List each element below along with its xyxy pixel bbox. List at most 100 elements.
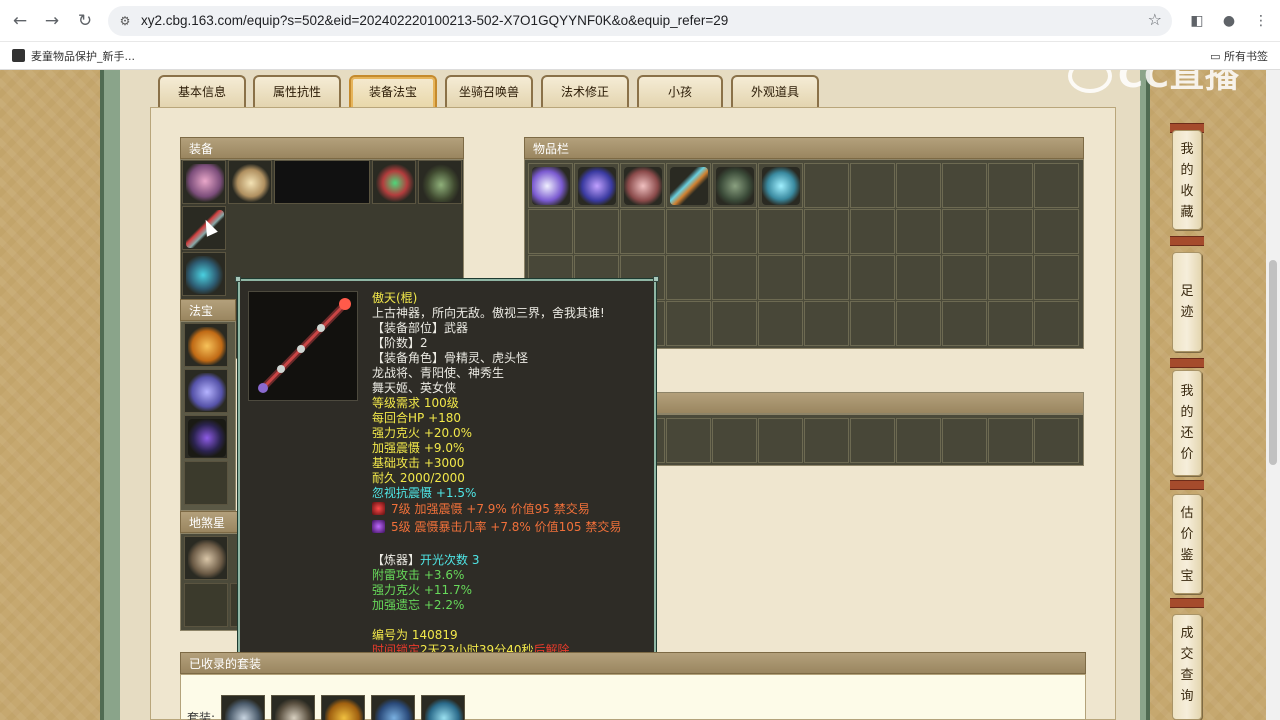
sidebar-my-favorites[interactable]: 我的收藏 <box>1172 130 1202 230</box>
inventory-cell[interactable] <box>666 301 711 346</box>
menu-icon[interactable]: ⋮ <box>1250 10 1272 32</box>
inventory-cell[interactable] <box>804 163 849 208</box>
equip-slot-shoes[interactable] <box>182 252 226 296</box>
inventory-cell[interactable] <box>758 418 803 463</box>
inventory-cell[interactable] <box>574 209 619 254</box>
reload-icon[interactable]: ↻ <box>73 9 97 33</box>
inventory-cell[interactable] <box>850 255 895 300</box>
inventory-cell[interactable] <box>758 209 803 254</box>
inventory-cell[interactable] <box>620 163 665 208</box>
fabao-slot-4[interactable] <box>184 461 228 505</box>
inventory-cell[interactable] <box>942 163 987 208</box>
inventory-cell[interactable] <box>896 418 941 463</box>
sidepanel-icon[interactable]: ◧ <box>1186 10 1208 32</box>
bookmark-item[interactable]: 麦童物品保护_新手... <box>12 48 135 64</box>
tab-attributes[interactable]: 属性抗性 <box>253 75 341 109</box>
fabao-slot-3[interactable] <box>184 415 228 459</box>
all-bookmarks[interactable]: ▭ 所有书签 <box>1210 48 1268 64</box>
tab-basic-info[interactable]: 基本信息 <box>158 75 246 109</box>
inventory-cell[interactable] <box>712 301 757 346</box>
disha-slot-1[interactable] <box>184 536 228 580</box>
profile-icon[interactable]: ● <box>1218 10 1240 32</box>
inventory-cell[interactable] <box>620 209 665 254</box>
tab-mounts-pets[interactable]: 坐骑召唤兽 <box>445 75 533 109</box>
suit-item[interactable] <box>221 695 265 720</box>
tab-appearance[interactable]: 外观道具 <box>731 75 819 109</box>
inventory-cell[interactable] <box>896 163 941 208</box>
inventory-cell[interactable] <box>1034 418 1079 463</box>
sidebar-footprints[interactable]: 足迹 <box>1172 252 1202 352</box>
sidebar-char: 藏 <box>1180 205 1194 220</box>
suit-item[interactable] <box>321 695 365 720</box>
inventory-cell[interactable] <box>988 301 1033 346</box>
equip-slot-necklace[interactable] <box>228 160 272 204</box>
inventory-cell[interactable] <box>942 301 987 346</box>
inventory-cell[interactable] <box>528 209 573 254</box>
inventory-cell[interactable] <box>850 163 895 208</box>
url-text[interactable]: xy2.cbg.163.com/equip?s=502&eid=20240222… <box>141 13 728 28</box>
inventory-cell[interactable] <box>988 255 1033 300</box>
inventory-cell[interactable] <box>896 301 941 346</box>
inventory-cell[interactable] <box>712 209 757 254</box>
suit-item[interactable] <box>271 695 315 720</box>
inventory-cell[interactable] <box>758 255 803 300</box>
inventory-cell[interactable] <box>804 418 849 463</box>
site-info-icon[interactable]: ⚙ <box>116 12 134 30</box>
inventory-cell[interactable] <box>574 163 619 208</box>
suit-item[interactable] <box>421 695 465 720</box>
sidebar-char: 的 <box>1180 163 1194 178</box>
suit-item[interactable] <box>371 695 415 720</box>
inventory-cell[interactable] <box>1034 209 1079 254</box>
feather-item-icon <box>532 167 570 205</box>
inventory-cell[interactable] <box>666 209 711 254</box>
scrollbar-thumb[interactable] <box>1269 260 1277 465</box>
tab-spell-correction[interactable]: 法术修正 <box>541 75 629 109</box>
inventory-cell[interactable] <box>804 301 849 346</box>
inventory-cell[interactable] <box>988 163 1033 208</box>
tab-equipment[interactable]: 装备法宝 <box>349 75 437 109</box>
inventory-cell[interactable] <box>850 418 895 463</box>
page-scrollbar[interactable] <box>1266 70 1280 720</box>
inventory-cell[interactable] <box>896 209 941 254</box>
inventory-cell[interactable] <box>666 418 711 463</box>
sidebar-deal-history[interactable]: 成交查询 <box>1172 614 1202 720</box>
sidebar-my-bids[interactable]: 我的还价 <box>1172 370 1202 476</box>
inventory-cell[interactable] <box>942 418 987 463</box>
inventory-cell[interactable] <box>666 163 711 208</box>
disha-slot-2[interactable] <box>184 583 228 627</box>
inventory-cell[interactable] <box>758 301 803 346</box>
inventory-cell[interactable] <box>804 255 849 300</box>
inventory-cell[interactable] <box>988 418 1033 463</box>
sidebar-char: 迹 <box>1180 305 1194 320</box>
inventory-cell[interactable] <box>1034 255 1079 300</box>
tab-child[interactable]: 小孩 <box>637 75 723 109</box>
inventory-cell[interactable] <box>942 209 987 254</box>
sidebar-appraisal[interactable]: 估价鉴宝 <box>1172 494 1202 594</box>
inventory-cell[interactable] <box>712 255 757 300</box>
back-icon[interactable]: ← <box>8 9 32 33</box>
inventory-cell[interactable] <box>1034 301 1079 346</box>
fabao-slot-2[interactable] <box>184 369 228 413</box>
inventory-cell[interactable] <box>942 255 987 300</box>
equip-slot-hat[interactable] <box>182 160 226 204</box>
inventory-cell[interactable] <box>666 255 711 300</box>
fabao-slot-1[interactable] <box>184 323 228 367</box>
all-bookmarks-label: 所有书签 <box>1224 50 1268 63</box>
forward-icon[interactable]: → <box>40 9 64 33</box>
inventory-cell[interactable] <box>850 301 895 346</box>
equip-slot-armor[interactable] <box>372 160 416 204</box>
inventory-cell[interactable] <box>712 163 757 208</box>
equip-slot-belt[interactable] <box>418 160 462 204</box>
inventory-cell[interactable] <box>850 209 895 254</box>
inventory-cell[interactable] <box>896 255 941 300</box>
bookmark-star-icon[interactable]: ☆ <box>1148 10 1162 29</box>
inventory-cell[interactable] <box>528 163 573 208</box>
fabao-orb-icon <box>188 419 226 457</box>
inventory-cell[interactable] <box>758 163 803 208</box>
inventory-cell[interactable] <box>804 209 849 254</box>
inventory-cell[interactable] <box>1034 163 1079 208</box>
address-bar[interactable]: ⚙ xy2.cbg.163.com/equip?s=502&eid=202402… <box>108 6 1172 36</box>
inventory-cell[interactable] <box>712 418 757 463</box>
inventory-cell[interactable] <box>988 209 1033 254</box>
equip-slot-center[interactable] <box>274 160 370 204</box>
